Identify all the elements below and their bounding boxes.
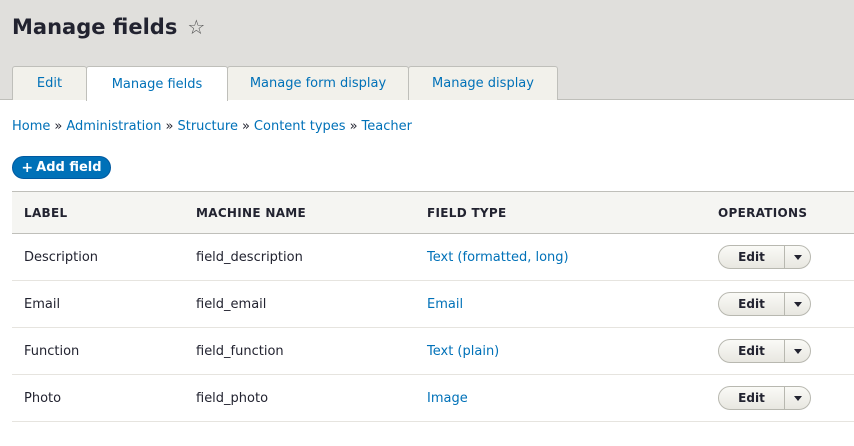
operations-cell: Edit [706,374,854,422]
page-title: Manage fields ☆ [12,15,205,39]
table-row: Photo field_photo Image Edit [12,374,854,422]
breadcrumb-content-types[interactable]: Content types [254,119,346,134]
breadcrumb-separator: » [241,119,250,134]
field-type-cell: Text (formatted, long) [415,233,706,281]
field-machine-name: field_function [184,327,415,375]
breadcrumb-separator: » [54,119,63,134]
field-type-link[interactable]: Email [427,297,463,312]
operations-dropbutton: Edit [718,245,811,269]
chevron-down-icon [793,348,802,354]
field-type-link[interactable]: Text (plain) [427,344,499,359]
tab-edit[interactable]: Edit [12,66,87,100]
operations-dropbutton: Edit [718,292,811,316]
breadcrumb-separator: » [349,119,358,134]
edit-button[interactable]: Edit [719,246,784,268]
star-icon[interactable]: ☆ [187,17,205,37]
field-label: Photo [12,374,184,422]
breadcrumb-home[interactable]: Home [12,119,50,134]
operations-toggle[interactable] [784,246,810,268]
table-row: Description field_description Text (form… [12,233,854,281]
operations-toggle[interactable] [784,293,810,315]
breadcrumb-structure[interactable]: Structure [177,119,237,134]
add-field-button[interactable]: + Add field [12,156,111,179]
tab-manage-display[interactable]: Manage display [408,66,558,100]
edit-button[interactable]: Edit [719,293,784,315]
header-machine-name: MACHINE NAME [184,191,415,234]
add-field-label: Add field [36,160,102,175]
header-label: LABEL [12,191,184,234]
operations-dropbutton: Edit [718,386,811,410]
field-type-link[interactable]: Image [427,391,468,406]
field-machine-name: field_description [184,233,415,281]
field-type-link[interactable]: Text (formatted, long) [427,250,569,265]
field-label: Description [12,233,184,281]
field-machine-name: field_email [184,280,415,328]
plus-icon: + [21,159,34,176]
field-type-cell: Image [415,374,706,422]
operations-toggle[interactable] [784,340,810,362]
chevron-down-icon [793,254,802,260]
field-label: Function [12,327,184,375]
operations-cell: Edit [706,327,854,375]
table-row: Function field_function Text (plain) Edi… [12,327,854,375]
header-operations: OPERATIONS [706,191,854,234]
field-type-cell: Email [415,280,706,328]
chevron-down-icon [793,395,802,401]
operations-cell: Edit [706,233,854,281]
field-label: Email [12,280,184,328]
header-field-type: FIELD TYPE [415,191,706,234]
table-header-row: LABEL MACHINE NAME FIELD TYPE OPERATIONS [12,191,854,234]
edit-button[interactable]: Edit [719,387,784,409]
page-title-text: Manage fields [12,15,178,39]
chevron-down-icon [793,301,802,307]
fields-table: LABEL MACHINE NAME FIELD TYPE OPERATIONS… [12,191,854,422]
edit-button[interactable]: Edit [719,340,784,362]
field-type-cell: Text (plain) [415,327,706,375]
table-row: Email field_email Email Edit [12,280,854,328]
breadcrumb: Home» Administration» Structure» Content ty… [12,119,412,134]
breadcrumb-separator: » [165,119,174,134]
operations-dropbutton: Edit [718,339,811,363]
primary-tabs: Edit Manage fields Manage form display M… [12,66,558,101]
page-header: Manage fields ☆ Edit Manage fields Manag… [0,0,854,101]
operations-cell: Edit [706,280,854,328]
breadcrumb-teacher[interactable]: Teacher [362,119,412,134]
tab-manage-form-display[interactable]: Manage form display [227,66,409,100]
operations-toggle[interactable] [784,387,810,409]
field-machine-name: field_photo [184,374,415,422]
tab-manage-fields[interactable]: Manage fields [86,66,228,101]
breadcrumb-administration[interactable]: Administration [66,119,161,134]
